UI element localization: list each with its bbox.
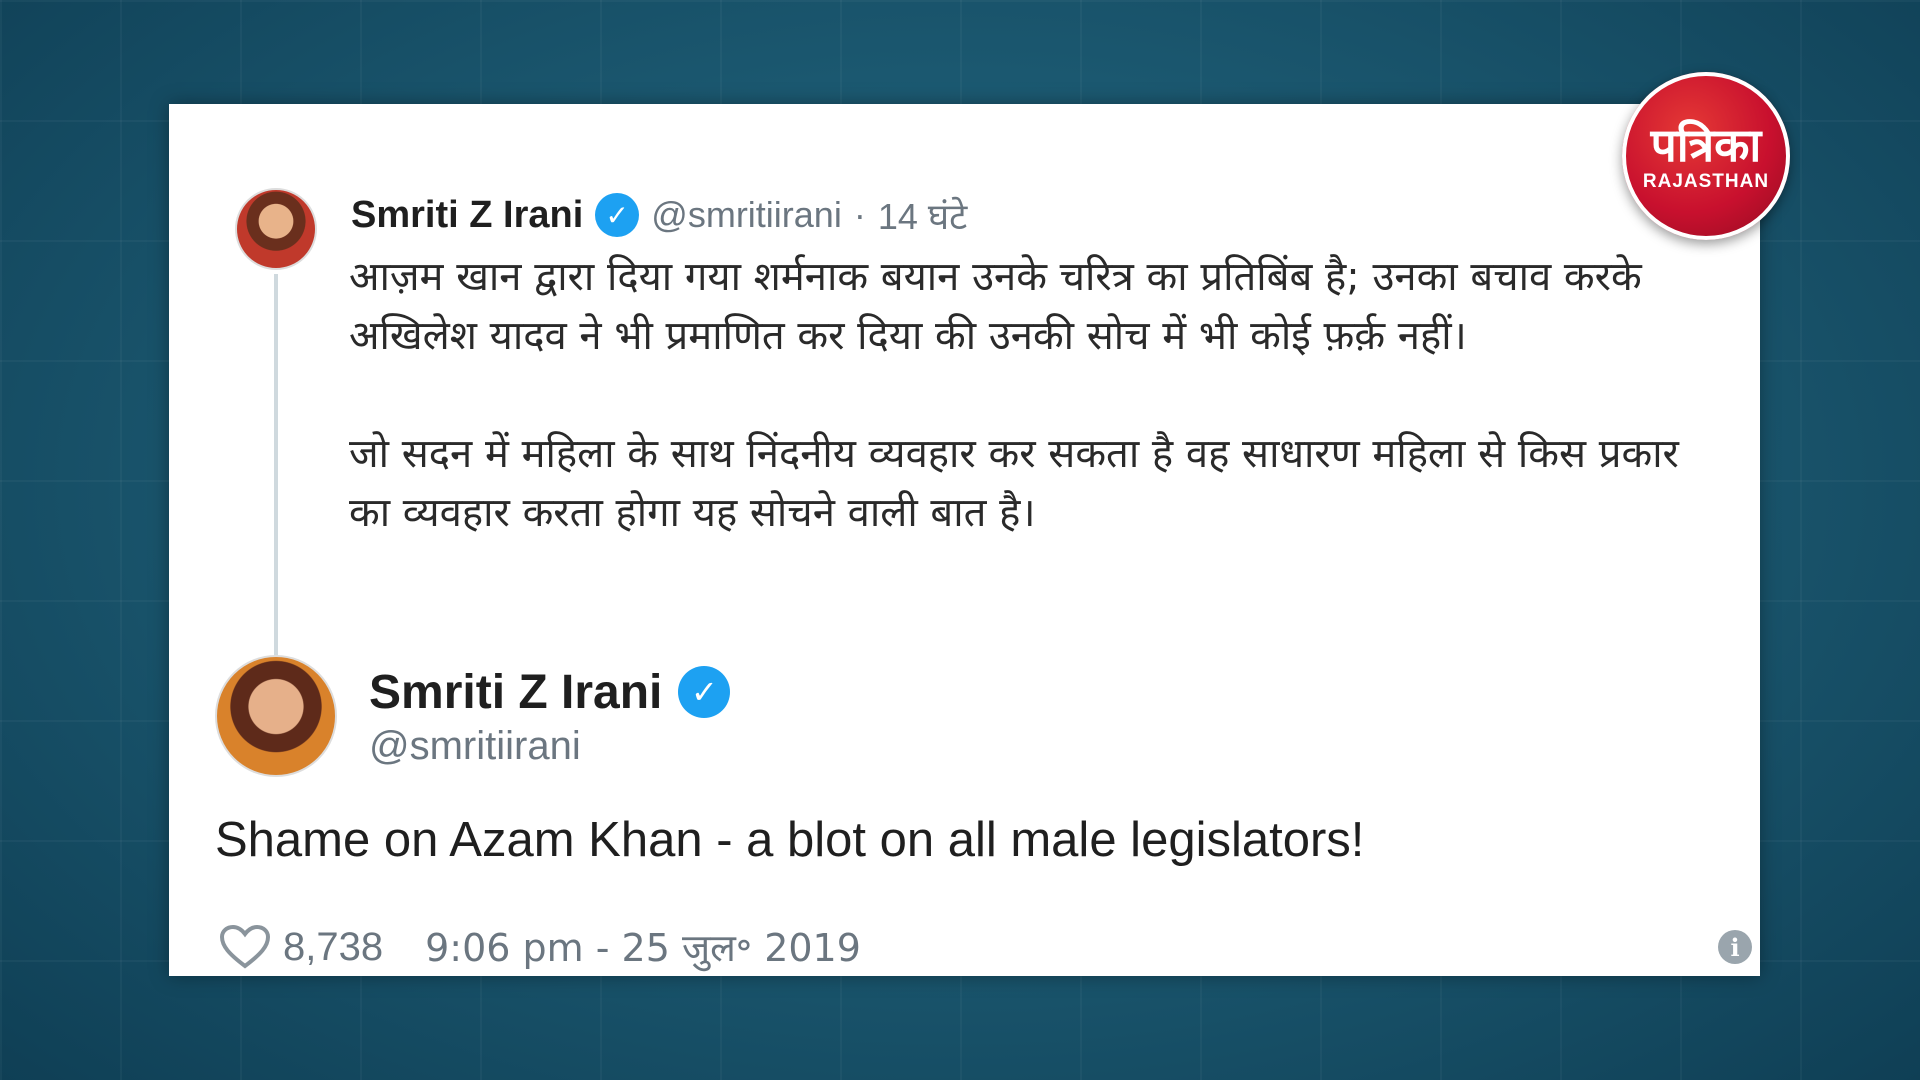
verified-badge-icon: ✓ <box>678 666 731 718</box>
quoted-tweet-paragraph: आज़म खान द्वारा दिया गया शर्मनाक बयान उन… <box>349 254 1642 359</box>
logo-main-text: पत्रिका <box>1650 118 1762 172</box>
quoted-tweet-paragraph: जो सदन में महिला के साथ निंदनीय व्यवहार … <box>349 431 1679 536</box>
main-tweet-author: Smriti Z Irani ✓ <box>369 662 731 722</box>
quoted-tweet-header: Smriti Z Irani ✓ @smritiirani · 14 घंटे <box>351 190 967 240</box>
quoted-tweet-avatar[interactable] <box>235 188 317 270</box>
tweet-card: Smriti Z Irani ✓ @smritiirani · 14 घंटे … <box>169 104 1760 976</box>
like-count: 8,738 <box>283 924 384 969</box>
main-tweet-author-name[interactable]: Smriti Z Irani <box>369 665 662 720</box>
verified-badge-icon: ✓ <box>595 193 640 237</box>
quoted-tweet-body: आज़म खान द्वारा दिया गया शर्मनाक बयान उन… <box>349 248 1729 543</box>
main-tweet-author-handle[interactable]: @smritiirani <box>369 724 581 769</box>
logo-sub-text: RAJASTHAN <box>1642 171 1770 192</box>
quoted-tweet-author-name[interactable]: Smriti Z Irani <box>351 194 583 237</box>
info-icon[interactable]: i <box>1718 930 1752 964</box>
main-tweet-text: Shame on Azam Khan - a blot on all male … <box>215 813 1365 867</box>
main-tweet-avatar[interactable] <box>215 655 337 777</box>
quoted-tweet-time[interactable]: 14 घंटे <box>878 191 967 240</box>
header-separator: · <box>853 194 866 235</box>
quoted-tweet-author-handle[interactable]: @smritiirani <box>651 194 842 236</box>
heart-icon[interactable] <box>219 924 271 970</box>
patrika-rajasthan-logo: पत्रिका RAJASTHAN <box>1622 72 1790 240</box>
main-tweet-footer: 8,738 9:06 pm - 25 जुल॰ 2019 <box>219 919 861 975</box>
tweet-timestamp[interactable]: 9:06 pm - 25 जुल॰ 2019 <box>425 921 861 973</box>
